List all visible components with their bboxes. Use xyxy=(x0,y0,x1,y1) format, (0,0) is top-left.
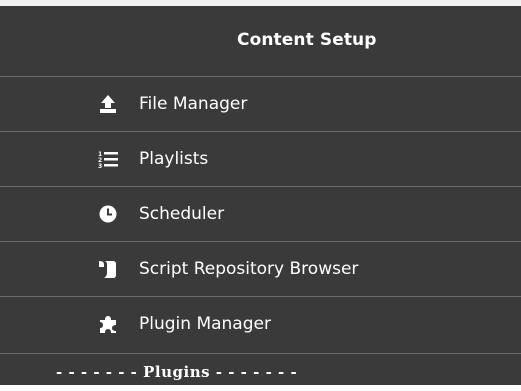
svg-text:3: 3 xyxy=(98,163,102,168)
menu-item-label: Plugin Manager xyxy=(139,314,271,334)
menu-item-scheduler[interactable]: Scheduler xyxy=(0,186,521,241)
content-setup-menu: Content Setup File Manager 1 2 3 Playlis… xyxy=(0,0,521,385)
scroll-icon xyxy=(97,258,119,280)
puzzle-icon xyxy=(97,313,119,335)
menu-item-label: Playlists xyxy=(139,149,209,169)
menu-item-script-repository-browser[interactable]: Script Repository Browser xyxy=(0,241,521,296)
plugins-divider-label: - - - - - - - Plugins - - - - - - - xyxy=(56,363,298,381)
menu-item-label: Scheduler xyxy=(139,204,225,224)
menu-item-playlists[interactable]: 1 2 3 Playlists xyxy=(0,131,521,186)
menu-item-label: File Manager xyxy=(139,94,248,114)
plugins-section-divider: - - - - - - - Plugins - - - - - - - xyxy=(0,353,521,391)
menu-header-title: Content Setup xyxy=(237,30,377,50)
list-icon: 1 2 3 xyxy=(97,148,119,170)
upload-icon xyxy=(97,93,119,115)
menu-header: Content Setup xyxy=(0,20,521,60)
menu-item-plugin-manager[interactable]: Plugin Manager xyxy=(0,296,521,351)
clock-icon xyxy=(97,203,119,225)
menu-item-file-manager[interactable]: File Manager xyxy=(0,76,521,131)
menu-item-label: Script Repository Browser xyxy=(139,259,359,279)
